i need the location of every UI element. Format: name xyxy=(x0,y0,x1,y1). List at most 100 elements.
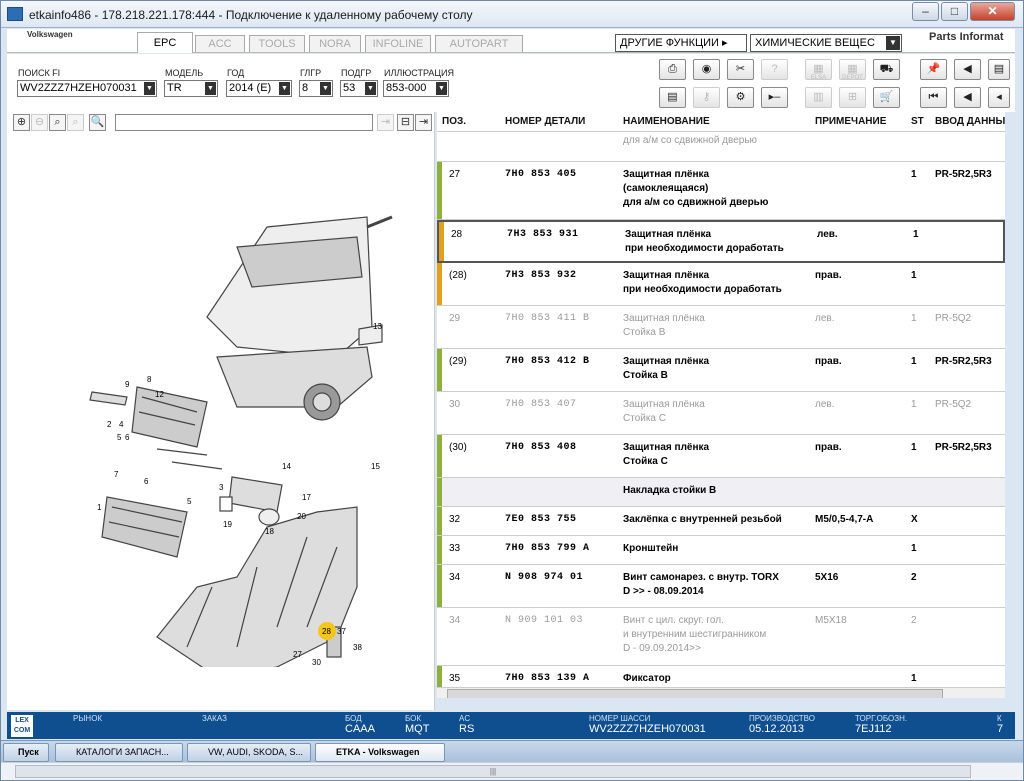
taskbar: Пуск КАТАЛОГИ ЗАПАСН... VW, AUDI, SKODA,… xyxy=(1,740,1023,762)
illustration-search-input[interactable] xyxy=(115,114,373,131)
table-row[interactable]: 29 7H0 853 411 B Защитная плёнка Стойка B ле… xyxy=(437,306,1005,349)
cart-add-icon[interactable]: ⛟ xyxy=(873,59,900,80)
print-icon[interactable]: ⎙ xyxy=(659,59,686,80)
year-value: 2014 (E) xyxy=(229,82,272,94)
tab-autopart[interactable]: AUTOPART xyxy=(435,35,523,52)
layout-icon[interactable]: ⊟ xyxy=(397,114,414,131)
zoom-fit-icon[interactable]: ⌕ xyxy=(49,114,66,131)
rdp-horizontal-scrollbar[interactable]: ||| xyxy=(1,762,1023,780)
col-pos[interactable]: ПОЗ. xyxy=(442,116,466,127)
main-group-select[interactable]: 8 ▼ xyxy=(299,80,333,97)
col-st[interactable]: ST xyxy=(911,116,924,127)
zoom-out-icon[interactable]: ⊖ xyxy=(31,114,48,131)
row-status-bar xyxy=(437,435,442,477)
label-5b: 5 xyxy=(187,497,192,506)
table-row[interactable]: 28 7H3 853 931 Защитная плёнка при необходи… xyxy=(437,220,1005,263)
play-minus-icon[interactable]: ▸– xyxy=(761,87,788,108)
table-row[interactable]: (29) 7H0 853 412 B Защитная плёнка Стойка B… xyxy=(437,349,1005,392)
table-row[interactable]: 34 N 908 974 01 Винт самонарез. с внутр. T… xyxy=(437,565,1005,608)
pin-icon[interactable]: 📌 xyxy=(920,59,947,80)
zoom-region-icon[interactable]: ⌕ xyxy=(67,114,84,131)
table-view-icon[interactable]: ▤ xyxy=(659,87,686,108)
help-icon[interactable]: ? xyxy=(761,59,788,80)
search-label: ПОИСК FI xyxy=(18,68,61,78)
table-row[interactable]: Накладка стойки B xyxy=(437,478,1005,507)
cart-icon[interactable]: 🛒 xyxy=(873,87,900,108)
maximize-button[interactable]: □ xyxy=(941,2,968,21)
first-page-icon[interactable]: ⏮ xyxy=(920,87,947,108)
row-note: прав. xyxy=(815,356,842,367)
tab-acc[interactable]: ACC xyxy=(195,35,245,52)
col-part-number[interactable]: НОМЕР ДЕТАЛИ xyxy=(505,116,585,127)
row-status-bar xyxy=(437,565,442,607)
model-select[interactable]: TR ▼ xyxy=(164,80,218,97)
row-pos: 35 xyxy=(449,673,461,684)
year-select[interactable]: 2014 (E) ▼ xyxy=(226,80,292,97)
label-7: 7 xyxy=(114,470,119,479)
row-status-bar xyxy=(439,222,444,261)
start-button[interactable]: Пуск xyxy=(3,743,49,762)
table-row[interactable]: 35 7H0 853 139 A Фиксатор 1 xyxy=(437,666,1005,688)
prev-page-icon[interactable]: ◀ xyxy=(954,87,981,108)
row-st: X xyxy=(911,514,918,525)
rdp-scroll-thumb[interactable]: ||| xyxy=(15,765,971,778)
prev-icon[interactable]: ◂ xyxy=(988,87,1010,108)
tab-tools[interactable]: TOOLS xyxy=(249,35,305,52)
illustration-select[interactable]: 853-000 ▼ xyxy=(383,80,449,97)
split-icon[interactable]: ⇥ xyxy=(377,114,394,131)
window-title: etkainfo486 - 178.218.221.178:444 - Подк… xyxy=(29,8,473,22)
col-note[interactable]: ПРИМЕЧАНИЕ xyxy=(815,116,886,127)
tools-icon[interactable]: ✂ xyxy=(727,59,754,80)
table-row[interactable]: 27 7H0 853 405 Защитная плёнка (самоклеящая… xyxy=(437,162,1005,220)
hierarchy-icon[interactable]: ⊞ xyxy=(839,87,866,108)
col-name[interactable]: НАИМЕНОВАНИЕ xyxy=(623,116,710,127)
row-name-line3: D - 09.09.2014>> xyxy=(623,643,701,654)
table-row[interactable]: 34 N 909 101 03 Винт с цил. скруг. гол. и в… xyxy=(437,608,1005,666)
year-label: ГОД xyxy=(227,68,245,78)
row-name: Защитная плёнка xyxy=(623,169,710,180)
disc-icon[interactable]: ◉ xyxy=(693,59,720,80)
table-row[interactable]: 32 7E0 853 755 Заклёпка с внутренней резьб… xyxy=(437,507,1005,536)
row-st: 1 xyxy=(911,442,917,453)
chemicals-dropdown[interactable]: ХИМИЧЕСКИЕ ВЕЩЕС ▼ xyxy=(750,34,902,52)
table-body: для а/м со сдвижной дверью 27 7H0 853 405… xyxy=(437,132,1005,688)
table-row[interactable]: (30) 7H0 853 408 Защитная плёнка Стойка C пр… xyxy=(437,435,1005,478)
label-6: 6 xyxy=(125,433,130,442)
other-functions-menu[interactable]: ДРУГИЕ ФУНКЦИИ ▸ xyxy=(615,34,747,52)
app-nav-bar: Volkswagen EPC ACC TOOLS NORA INFOLINE A… xyxy=(7,29,1015,53)
tab-infoline[interactable]: INFOLINE xyxy=(365,35,431,52)
back-list-icon[interactable]: ◀ xyxy=(954,59,981,80)
key-icon[interactable]: ⚷ xyxy=(693,87,720,108)
scroll-thumb[interactable] xyxy=(447,689,943,698)
search-vin-field[interactable]: WV2ZZZ7HZEH070031 ▼ xyxy=(17,80,157,97)
title-bar: etkainfo486 - 178.218.221.178:444 - Подк… xyxy=(1,1,1023,28)
elsa-button[interactable]: ▦ ELSA xyxy=(805,59,832,81)
tab-epc[interactable]: EPC xyxy=(137,32,193,53)
task-etka[interactable]: ETKA - Volkswagen xyxy=(315,743,445,762)
zoom-in-icon[interactable]: ⊕ xyxy=(13,114,30,131)
parts-information-link[interactable]: Parts Informat xyxy=(929,31,1004,43)
expand-icon[interactable]: ⇥ xyxy=(415,114,432,131)
task-vw-audi[interactable]: VW, AUDI, SKODA, S... xyxy=(187,743,311,762)
depot-button[interactable]: ▦ DEPOT xyxy=(839,59,866,81)
row-pos: 34 xyxy=(449,572,461,583)
sub-group-select[interactable]: 53 ▼ xyxy=(340,80,378,97)
compare-icon[interactable]: ▥ xyxy=(805,87,832,108)
table-row[interactable]: (28) 7H3 853 932 Защитная плёнка при необхо… xyxy=(437,263,1005,306)
trade-label: ТОРГ.ОБОЗН. xyxy=(855,714,908,723)
bike-icon[interactable]: ⚙ xyxy=(727,87,754,108)
bok-value: MQT xyxy=(405,723,430,735)
row-status-bar xyxy=(437,306,442,348)
minimize-button[interactable]: – xyxy=(912,2,939,21)
task-catalogs[interactable]: КАТАЛОГИ ЗАПАСН... xyxy=(55,743,183,762)
list-icon[interactable]: ▤ xyxy=(988,59,1010,80)
row-st: 1 xyxy=(911,169,917,180)
horizontal-scrollbar[interactable] xyxy=(437,687,1005,698)
close-button[interactable]: ✕ xyxy=(970,2,1015,21)
magnifier-icon[interactable]: 🔍 xyxy=(89,114,106,131)
table-row[interactable]: 30 7H0 853 407 Защитная плёнка Стойка C лев.… xyxy=(437,392,1005,435)
col-input[interactable]: ВВОД ДАННЫ xyxy=(935,116,1005,127)
chemicals-label: ХИМИЧЕСКИЕ ВЕЩЕС xyxy=(755,37,875,49)
tab-nora[interactable]: NORA xyxy=(309,35,361,52)
table-row[interactable]: 33 7H0 853 799 A Кронштейн 1 xyxy=(437,536,1005,565)
